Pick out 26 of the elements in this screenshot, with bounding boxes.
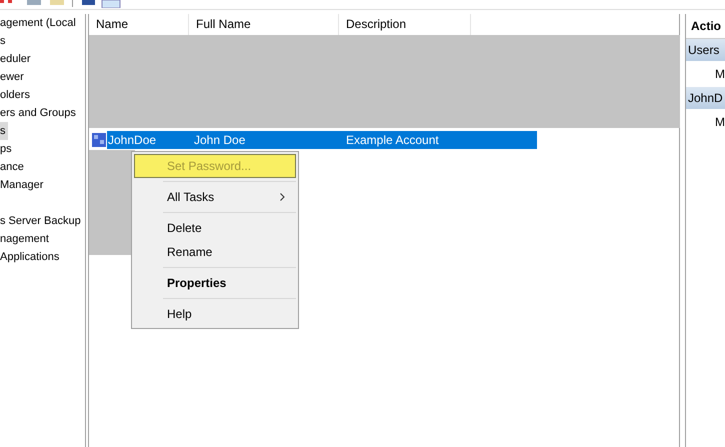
menu-item[interactable]: Help — [134, 302, 296, 326]
chevron-icon — [280, 193, 285, 201]
menu-item[interactable]: Properties — [134, 271, 296, 295]
tree-item[interactable]: nagement — [0, 230, 51, 248]
tree-item[interactable]: ps — [0, 140, 14, 158]
section-header[interactable]: Users — [686, 39, 725, 61]
tree-item[interactable]: ance — [0, 158, 26, 176]
action-item[interactable]: M — [686, 61, 725, 87]
tree-item[interactable]: ers and Groups — [0, 104, 78, 122]
tree-item[interactable]: Applications — [0, 248, 62, 266]
tree-item[interactable]: s — [0, 122, 8, 140]
tree-item[interactable]: Manager — [0, 176, 46, 194]
tree-item[interactable]: eduler — [0, 50, 33, 68]
folder-icon[interactable] — [50, 0, 64, 5]
tree-item[interactable]: agement (Local — [0, 14, 78, 32]
user-icon — [91, 132, 107, 148]
menu-item[interactable]: Rename — [134, 240, 296, 264]
tree-item[interactable]: s — [0, 32, 8, 50]
section-header[interactable]: JohnD — [686, 87, 725, 109]
table-row[interactable]: JohnDoe John Doe Example Account — [107, 131, 537, 149]
menu-item[interactable]: All Tasks — [134, 185, 296, 209]
action-item[interactable]: M — [686, 109, 725, 135]
menu-item[interactable]: Delete — [134, 216, 296, 240]
tree-item[interactable]: s Server Backup — [0, 212, 83, 230]
tree-item[interactable]: ewer — [0, 68, 26, 86]
tree-item[interactable]: olders — [0, 86, 32, 104]
